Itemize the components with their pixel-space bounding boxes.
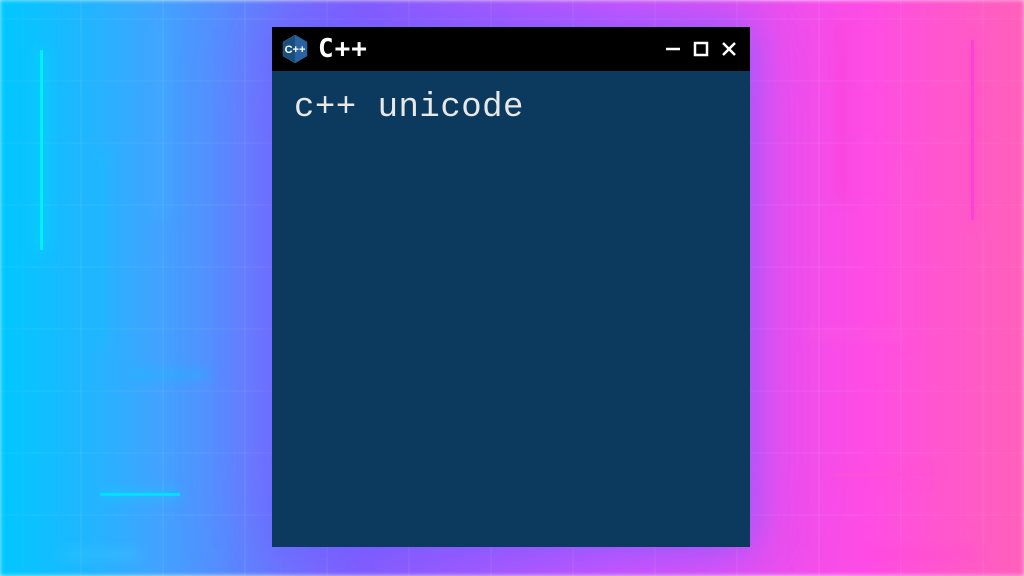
terminal-output: c++ unicode xyxy=(294,89,728,127)
maximize-button[interactable] xyxy=(690,38,712,60)
close-button[interactable] xyxy=(718,38,740,60)
titlebar-left: C++ C++ xyxy=(282,34,654,64)
terminal-body[interactable]: c++ unicode xyxy=(272,71,750,547)
window-titlebar[interactable]: C++ C++ xyxy=(272,27,750,71)
terminal-window: C++ C++ c++ unicode xyxy=(272,27,750,547)
svg-text:C++: C++ xyxy=(285,44,306,56)
window-controls xyxy=(662,38,740,60)
minimize-button[interactable] xyxy=(662,38,684,60)
window-title: C++ xyxy=(318,34,368,64)
cpp-logo-icon: C++ xyxy=(282,34,308,64)
